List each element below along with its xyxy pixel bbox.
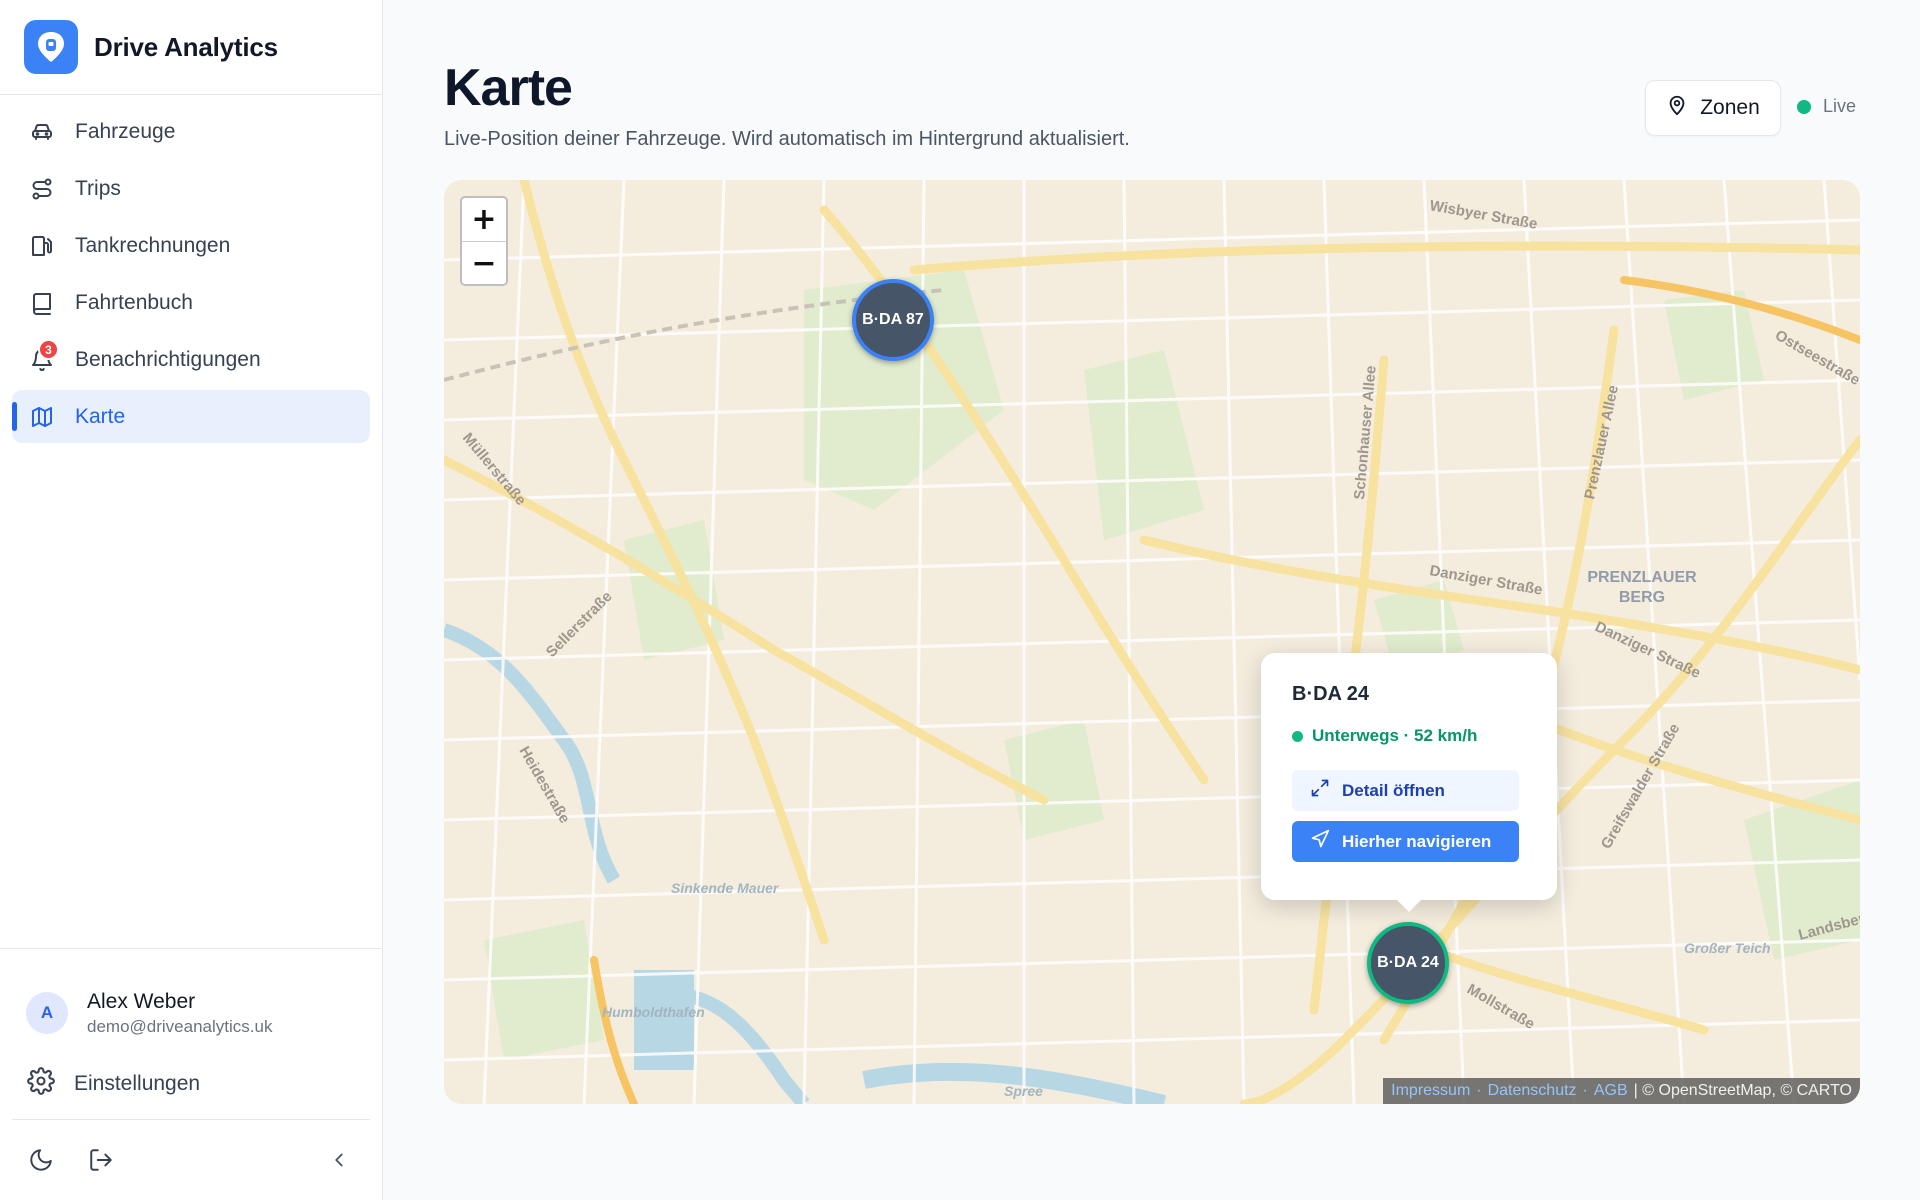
separator: ·: [1476, 1082, 1482, 1099]
zoom-in-button[interactable]: +: [462, 198, 506, 241]
user-info: Alex Weber demo@driveanalytics.uk: [87, 990, 272, 1037]
sidebar-item-trips[interactable]: Trips: [12, 162, 370, 215]
notification-count-badge: 3: [38, 339, 59, 360]
user-email: demo@driveanalytics.uk: [87, 1016, 273, 1036]
footer-tools: [0, 1120, 382, 1200]
user-profile[interactable]: A Alex Weber demo@driveanalytics.uk: [0, 949, 382, 1049]
navigation-arrow-icon: [1310, 829, 1330, 854]
navigate-here-label: Hierher navigieren: [1342, 831, 1492, 851]
car-icon: [28, 118, 56, 146]
live-label: Live: [1823, 96, 1857, 116]
sidebar-nav: Fahrzeuge Trips Tankrechnungen Fahrtenbu…: [0, 95, 382, 457]
main-content: Karte Live-Position deiner Fahrzeuge. Wi…: [384, 0, 1920, 1200]
chevron-left-icon[interactable]: [324, 1145, 354, 1175]
impressum-link[interactable]: Impressum: [1391, 1082, 1470, 1100]
route-icon: [28, 175, 56, 203]
sidebar-item-benachrichtigungen[interactable]: 3 Benachrichtigungen: [12, 333, 370, 386]
sidebar-footer: A Alex Weber demo@driveanalytics.uk Eins…: [0, 948, 382, 1200]
settings-link[interactable]: Einstellungen: [0, 1057, 382, 1111]
map-attribution: Impressum · Datenschutz · AGB | © OpenSt…: [1383, 1078, 1860, 1104]
popup-title: B·DA 24: [1292, 683, 1370, 705]
brand-header[interactable]: Drive Analytics: [0, 0, 382, 95]
book-icon: [28, 289, 56, 317]
sidebar-item-label: Fahrzeuge: [75, 119, 176, 143]
vehicle-popup: B·DA 24 Unterwegs · 52 km/h Detail öffne…: [1261, 653, 1557, 912]
zones-button-label: Zonen: [1700, 96, 1760, 119]
app-name: Drive Analytics: [94, 31, 278, 62]
popup-status-text: Unterwegs · 52 km/h: [1312, 726, 1478, 745]
avatar: A: [26, 992, 68, 1034]
zoom-out-button[interactable]: −: [462, 241, 506, 284]
settings-label: Einstellungen: [74, 1072, 201, 1095]
expand-icon: [1310, 778, 1330, 803]
sidebar-item-label: Tankrechnungen: [75, 233, 231, 257]
gear-icon: [27, 1067, 55, 1101]
map-tiles[interactable]: Wisbyer Straße Schonhauser Allee Prenzla…: [444, 180, 1860, 1104]
sidebar-item-tankrechnungen[interactable]: Tankrechnungen: [12, 219, 370, 272]
open-detail-button[interactable]: Detail öffnen: [1292, 770, 1519, 811]
agb-link[interactable]: AGB: [1594, 1082, 1628, 1100]
page-subtitle: Live-Position deiner Fahrzeuge. Wird aut…: [444, 128, 1130, 150]
fuel-icon: [28, 232, 56, 260]
map-view[interactable]: Wisbyer Straße Schonhauser Allee Prenzla…: [444, 180, 1860, 1104]
zoom-control: + −: [460, 196, 508, 286]
vehicle-marker[interactable]: B·DA 87: [852, 279, 934, 361]
popup-status: Unterwegs · 52 km/h: [1292, 726, 1526, 746]
separator: ·: [1582, 1082, 1588, 1099]
app-logo-icon: [24, 20, 78, 74]
sidebar-item-karte[interactable]: Karte: [12, 390, 370, 443]
sidebar-item-label: Fahrtenbuch: [75, 290, 193, 314]
logout-icon[interactable]: [86, 1145, 116, 1175]
sidebar-item-label: Karte: [75, 404, 126, 428]
map-icon: [28, 403, 56, 431]
sidebar-item-label: Trips: [75, 176, 121, 200]
sidebar-item-fahrtenbuch[interactable]: Fahrtenbuch: [12, 276, 370, 329]
page-title: Karte: [444, 59, 573, 117]
status-dot: [1292, 730, 1303, 742]
moon-icon[interactable]: [26, 1145, 56, 1175]
map-pin-icon: [1666, 94, 1688, 122]
live-indicator: Live: [1797, 96, 1856, 117]
sidebar-item-fahrzeuge[interactable]: Fahrzeuge: [12, 105, 370, 158]
sidebar: Drive Analytics Fahrzeuge Trips Tankrech…: [0, 0, 383, 1200]
zones-button[interactable]: Zonen: [1645, 80, 1781, 136]
user-name: Alex Weber: [87, 989, 196, 1013]
datenschutz-link[interactable]: Datenschutz: [1488, 1082, 1577, 1100]
attribution-credits: | © OpenStreetMap, © CARTO: [1633, 1082, 1852, 1099]
navigate-here-button[interactable]: Hierher navigieren: [1292, 821, 1519, 862]
vehicle-marker[interactable]: B·DA 24: [1367, 922, 1449, 1004]
live-status-dot: [1797, 99, 1811, 114]
sidebar-item-label: Benachrichtigungen: [75, 347, 261, 371]
open-detail-label: Detail öffnen: [1342, 780, 1445, 800]
